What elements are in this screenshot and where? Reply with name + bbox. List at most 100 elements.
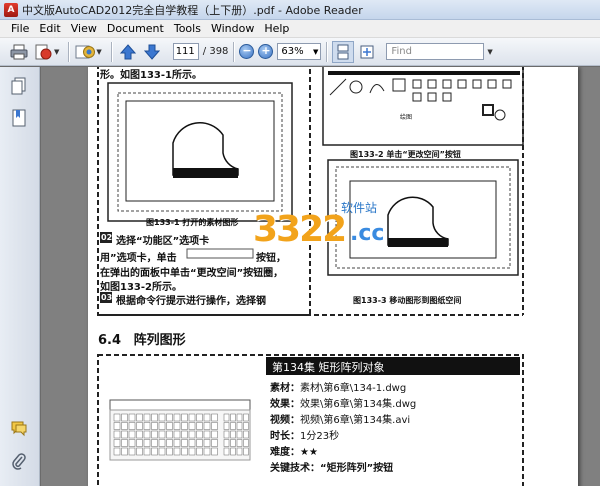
key <box>128 422 136 430</box>
key <box>121 439 128 447</box>
menu-window[interactable]: Window <box>206 22 259 35</box>
fit-page-icon <box>360 45 374 58</box>
separator <box>68 41 70 62</box>
info-row-effect: 效果：效果\第6章\第134集.dwg <box>270 399 417 410</box>
key <box>128 430 136 439</box>
key <box>196 439 203 447</box>
numpad-key <box>243 413 249 422</box>
bookmarks-icon[interactable] <box>10 109 28 127</box>
key <box>196 413 203 422</box>
key <box>196 430 203 439</box>
numpad-key <box>243 422 249 430</box>
window-title: 中文版AutoCAD2012完全自学教程（上下册）.pdf - Adobe Re… <box>22 3 363 17</box>
key <box>143 413 151 422</box>
menu-view[interactable]: View <box>66 22 102 35</box>
find-dropdown[interactable]: ▼ <box>487 48 492 56</box>
key <box>196 422 203 430</box>
info-row-material: 素材：素材\第6章\134-1.dwg <box>270 383 407 394</box>
key <box>158 422 166 430</box>
key <box>211 413 218 422</box>
step2-number: 02 <box>101 233 113 242</box>
next-page-button[interactable] <box>141 41 163 63</box>
section-heading: 6.4 阵列图形 <box>98 329 186 348</box>
key <box>188 413 196 422</box>
key <box>151 439 158 447</box>
title-bar: A 中文版AutoCAD2012完全自学教程（上下册）.pdf - Adobe … <box>0 0 600 20</box>
key <box>211 422 218 430</box>
numpad-key <box>223 422 230 430</box>
key <box>203 430 211 439</box>
document-area[interactable]: 绘图 形。如图133-1所示。 图133-1 打开的素材图形 图133-2 单击… <box>41 67 600 486</box>
create-pdf-dropdown[interactable]: ▼ <box>54 48 59 56</box>
fig2-caption: 图133-2 单击“更改空间”按钮 <box>350 150 461 159</box>
menu-tools[interactable]: Tools <box>169 22 206 35</box>
page-thumbnails-icon[interactable] <box>10 77 28 95</box>
numpad-key <box>230 422 236 430</box>
separator <box>233 41 235 62</box>
numpad-key <box>236 422 243 430</box>
page-number-input[interactable]: 111 <box>172 43 199 60</box>
fit-page-button[interactable] <box>356 41 378 63</box>
key <box>203 439 211 447</box>
key <box>151 447 158 456</box>
key <box>113 447 121 456</box>
key <box>136 439 143 447</box>
paragraph-top-line: 形。如图133-1所示。 <box>100 70 202 81</box>
key <box>143 422 151 430</box>
print-button[interactable] <box>8 41 30 63</box>
menu-file[interactable]: File <box>6 22 34 35</box>
create-pdf-button[interactable] <box>32 41 54 63</box>
numpad-key <box>236 447 243 456</box>
zoom-out-button[interactable]: − <box>239 44 255 59</box>
info-row-key-technique: 关键技术：“矩形阵列”按钮 <box>270 463 394 474</box>
key <box>128 439 136 447</box>
key <box>136 430 143 439</box>
key <box>173 439 181 447</box>
printer-icon <box>10 44 28 59</box>
key <box>203 422 211 430</box>
section-number: 6.4 <box>98 333 122 348</box>
menu-help[interactable]: Help <box>259 22 294 35</box>
attachments-icon[interactable] <box>10 453 28 471</box>
key <box>173 447 181 456</box>
share-dropdown[interactable]: ▼ <box>96 48 101 56</box>
key <box>128 447 136 456</box>
key <box>143 447 151 456</box>
watermark: 3322 .cc 软件站 <box>253 195 423 265</box>
menu-edit[interactable]: Edit <box>34 22 65 35</box>
scrolling-pages-icon <box>337 44 349 59</box>
previous-page-button[interactable] <box>117 41 139 63</box>
create-pdf-icon <box>35 44 52 59</box>
step2-line2: 用”选项卡，单击 <box>100 253 177 264</box>
key <box>121 413 128 422</box>
fig1-piano-outline <box>172 122 239 176</box>
separator <box>326 41 328 62</box>
key <box>173 430 181 439</box>
scrolling-mode-button[interactable] <box>332 40 355 63</box>
key <box>158 447 166 456</box>
find-input[interactable]: Find <box>386 43 485 60</box>
zoom-in-button[interactable]: + <box>258 44 274 59</box>
key <box>196 447 203 456</box>
separator <box>110 41 112 62</box>
menu-document[interactable]: Document <box>102 22 169 35</box>
watermark-number: 3322 <box>253 209 347 250</box>
numpad-key <box>243 447 249 456</box>
key <box>151 413 158 422</box>
share-button[interactable] <box>74 41 96 63</box>
zoom-select[interactable]: 63% ▼ <box>277 43 322 60</box>
watermark-site-label: 软件站 <box>341 201 378 215</box>
chevron-down-icon: ▼ <box>313 47 319 56</box>
key <box>113 422 121 430</box>
key <box>121 430 128 439</box>
arrow-down-icon <box>143 44 160 60</box>
episode-info-list: 素材：素材\第6章\134-1.dwg 效果：效果\第6章\第134集.dwg … <box>270 381 416 477</box>
numpad-key <box>230 439 236 447</box>
section-title: 阵列图形 <box>133 333 186 348</box>
numpad-key <box>243 430 249 439</box>
comments-icon[interactable] <box>10 419 28 437</box>
toolbar: ▼ ▼ 111 / 398 − + 63% ▼ Find ▼ <box>0 38 600 66</box>
info-row-difficulty: 难度：★★ <box>270 447 318 458</box>
key <box>151 430 158 439</box>
key <box>113 413 121 422</box>
